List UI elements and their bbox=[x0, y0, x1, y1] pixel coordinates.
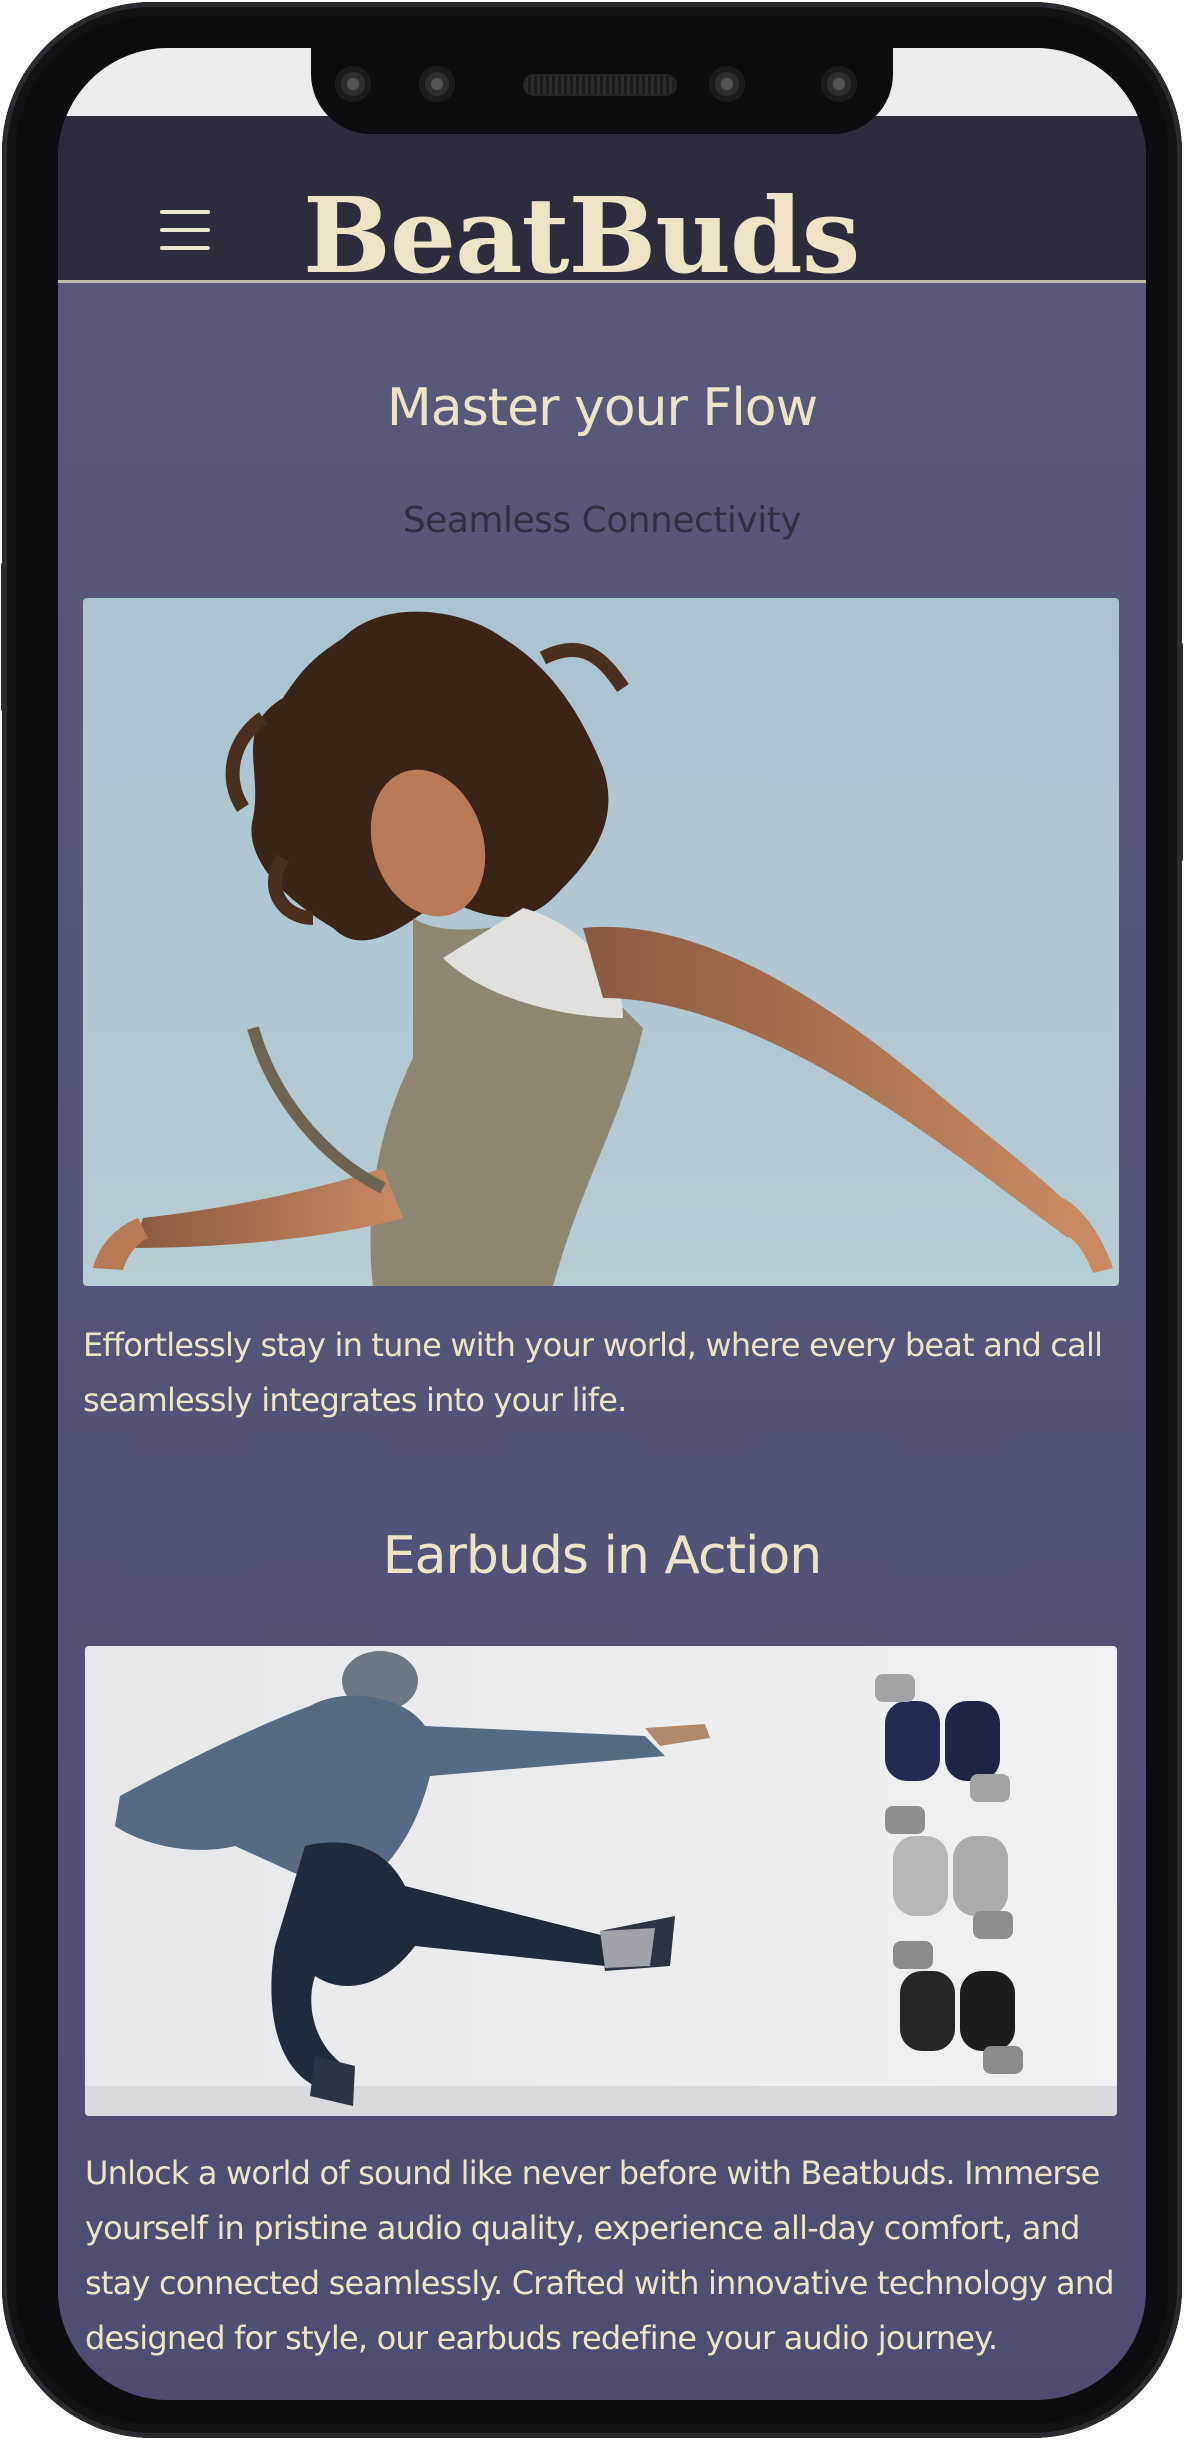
camera-icon bbox=[709, 66, 745, 102]
sensor-icon bbox=[419, 66, 455, 102]
volume-button bbox=[1, 562, 7, 712]
dancing-woman-image bbox=[83, 598, 1119, 1286]
hero-description: Effortlessly stay in tune with your worl… bbox=[83, 1326, 1103, 1419]
phone-screen: BeatBuds Master your Flow Seamless Conne… bbox=[58, 48, 1146, 2400]
action-title: Earbuds in Action bbox=[382, 1526, 822, 1586]
site-header: BeatBuds bbox=[58, 116, 1146, 296]
hero-photo bbox=[83, 598, 1119, 1286]
power-button bbox=[1177, 642, 1183, 862]
phone-notch bbox=[311, 48, 893, 134]
earpiece-speaker bbox=[525, 76, 675, 94]
phone-frame: BeatBuds Master your Flow Seamless Conne… bbox=[1, 2, 1183, 2438]
action-photo bbox=[85, 1646, 1117, 2116]
hero-title: Master your Flow bbox=[386, 378, 818, 438]
sensor-icon bbox=[335, 66, 371, 102]
brand-logo[interactable]: BeatBuds bbox=[303, 176, 860, 296]
sensor-icon bbox=[821, 66, 857, 102]
hamburger-menu-icon[interactable] bbox=[160, 210, 212, 250]
hero-subtitle: Seamless Connectivity bbox=[402, 500, 802, 541]
action-description: Unlock a world of sound like never befor… bbox=[85, 2154, 1115, 2357]
dancer-and-earbuds-image bbox=[85, 1646, 1117, 2116]
